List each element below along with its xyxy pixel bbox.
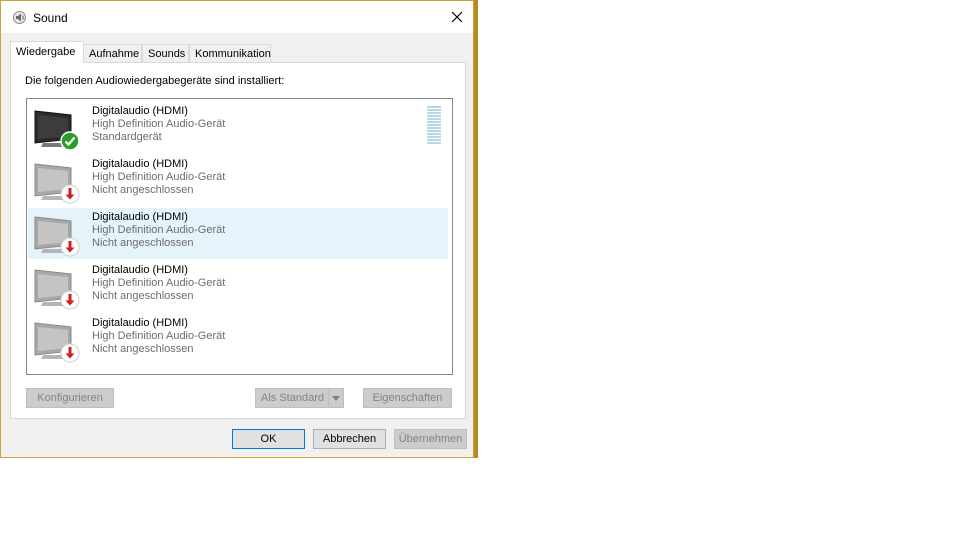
- apply-button[interactable]: Übernehmen: [394, 429, 467, 449]
- chevron-down-icon: [332, 395, 340, 401]
- set-default-dropdown[interactable]: [328, 389, 343, 407]
- configure-button[interactable]: Konfigurieren: [26, 388, 114, 408]
- device-name: Digitalaudio (HDMI): [92, 264, 188, 276]
- device-name: Digitalaudio (HDMI): [92, 211, 188, 223]
- sound-dialog: Sound Wiedergabe Aufnahme Sounds Kommuni…: [0, 0, 474, 458]
- device-status: Standardgerät: [92, 131, 162, 143]
- device-driver: High Definition Audio-Gerät: [92, 171, 226, 183]
- device-text: Digitalaudio (HDMI) High Definition Audi…: [92, 105, 225, 144]
- cancel-button[interactable]: Abbrechen: [313, 429, 386, 449]
- tab-wiedergabe[interactable]: Wiedergabe: [10, 41, 84, 63]
- down-arrow-icon: [60, 237, 80, 257]
- device-status: Nicht angeschlossen: [92, 184, 194, 196]
- tab-sounds[interactable]: Sounds: [142, 44, 189, 62]
- device-driver: High Definition Audio-Gerät: [92, 118, 226, 130]
- device-name: Digitalaudio (HDMI): [92, 317, 188, 329]
- device-item[interactable]: Digitalaudio (HDMI) High Definition Audi…: [28, 314, 448, 365]
- close-icon: [451, 11, 463, 23]
- window-title: Sound: [33, 11, 68, 25]
- set-default-button[interactable]: Als Standard: [255, 388, 344, 408]
- down-arrow-icon: [60, 343, 80, 363]
- device-status: Nicht angeschlossen: [92, 343, 194, 355]
- properties-button[interactable]: Eigenschaften: [363, 388, 452, 408]
- device-driver: High Definition Audio-Gerät: [92, 277, 226, 289]
- close-button[interactable]: [441, 1, 473, 33]
- tab-aufnahme[interactable]: Aufnahme: [83, 44, 142, 62]
- desktop-background-strip: [474, 0, 478, 458]
- down-arrow-icon: [60, 184, 80, 204]
- device-status: Nicht angeschlossen: [92, 290, 194, 302]
- device-item[interactable]: Digitalaudio (HDMI) High Definition Audi…: [28, 155, 448, 206]
- device-item[interactable]: Digitalaudio (HDMI) High Definition Audi…: [28, 261, 448, 312]
- title-bar: Sound: [1, 1, 473, 33]
- device-name: Digitalaudio (HDMI): [92, 158, 188, 170]
- tab-kommunikation[interactable]: Kommunikation: [189, 44, 271, 62]
- device-text: Digitalaudio (HDMI) High Definition Audi…: [92, 211, 225, 250]
- down-arrow-icon: [60, 290, 80, 310]
- device-item[interactable]: Digitalaudio (HDMI) High Definition Audi…: [28, 102, 448, 153]
- tab-panel: Die folgenden Audiowiedergabegeräte sind…: [10, 62, 466, 419]
- ok-button[interactable]: OK: [232, 429, 305, 449]
- device-text: Digitalaudio (HDMI) High Definition Audi…: [92, 158, 225, 197]
- panel-label: Die folgenden Audiowiedergabegeräte sind…: [25, 75, 285, 87]
- device-name: Digitalaudio (HDMI): [92, 105, 188, 117]
- device-status: Nicht angeschlossen: [92, 237, 194, 249]
- device-driver: High Definition Audio-Gerät: [92, 330, 226, 342]
- set-default-label: Als Standard: [261, 392, 324, 404]
- device-text: Digitalaudio (HDMI) High Definition Audi…: [92, 317, 225, 356]
- speaker-icon: [13, 11, 26, 24]
- device-list[interactable]: Digitalaudio (HDMI) High Definition Audi…: [26, 98, 453, 375]
- device-item-selected[interactable]: Digitalaudio (HDMI) High Definition Audi…: [28, 208, 448, 259]
- device-driver: High Definition Audio-Gerät: [92, 224, 226, 236]
- check-icon: [60, 131, 80, 151]
- device-text: Digitalaudio (HDMI) High Definition Audi…: [92, 264, 225, 303]
